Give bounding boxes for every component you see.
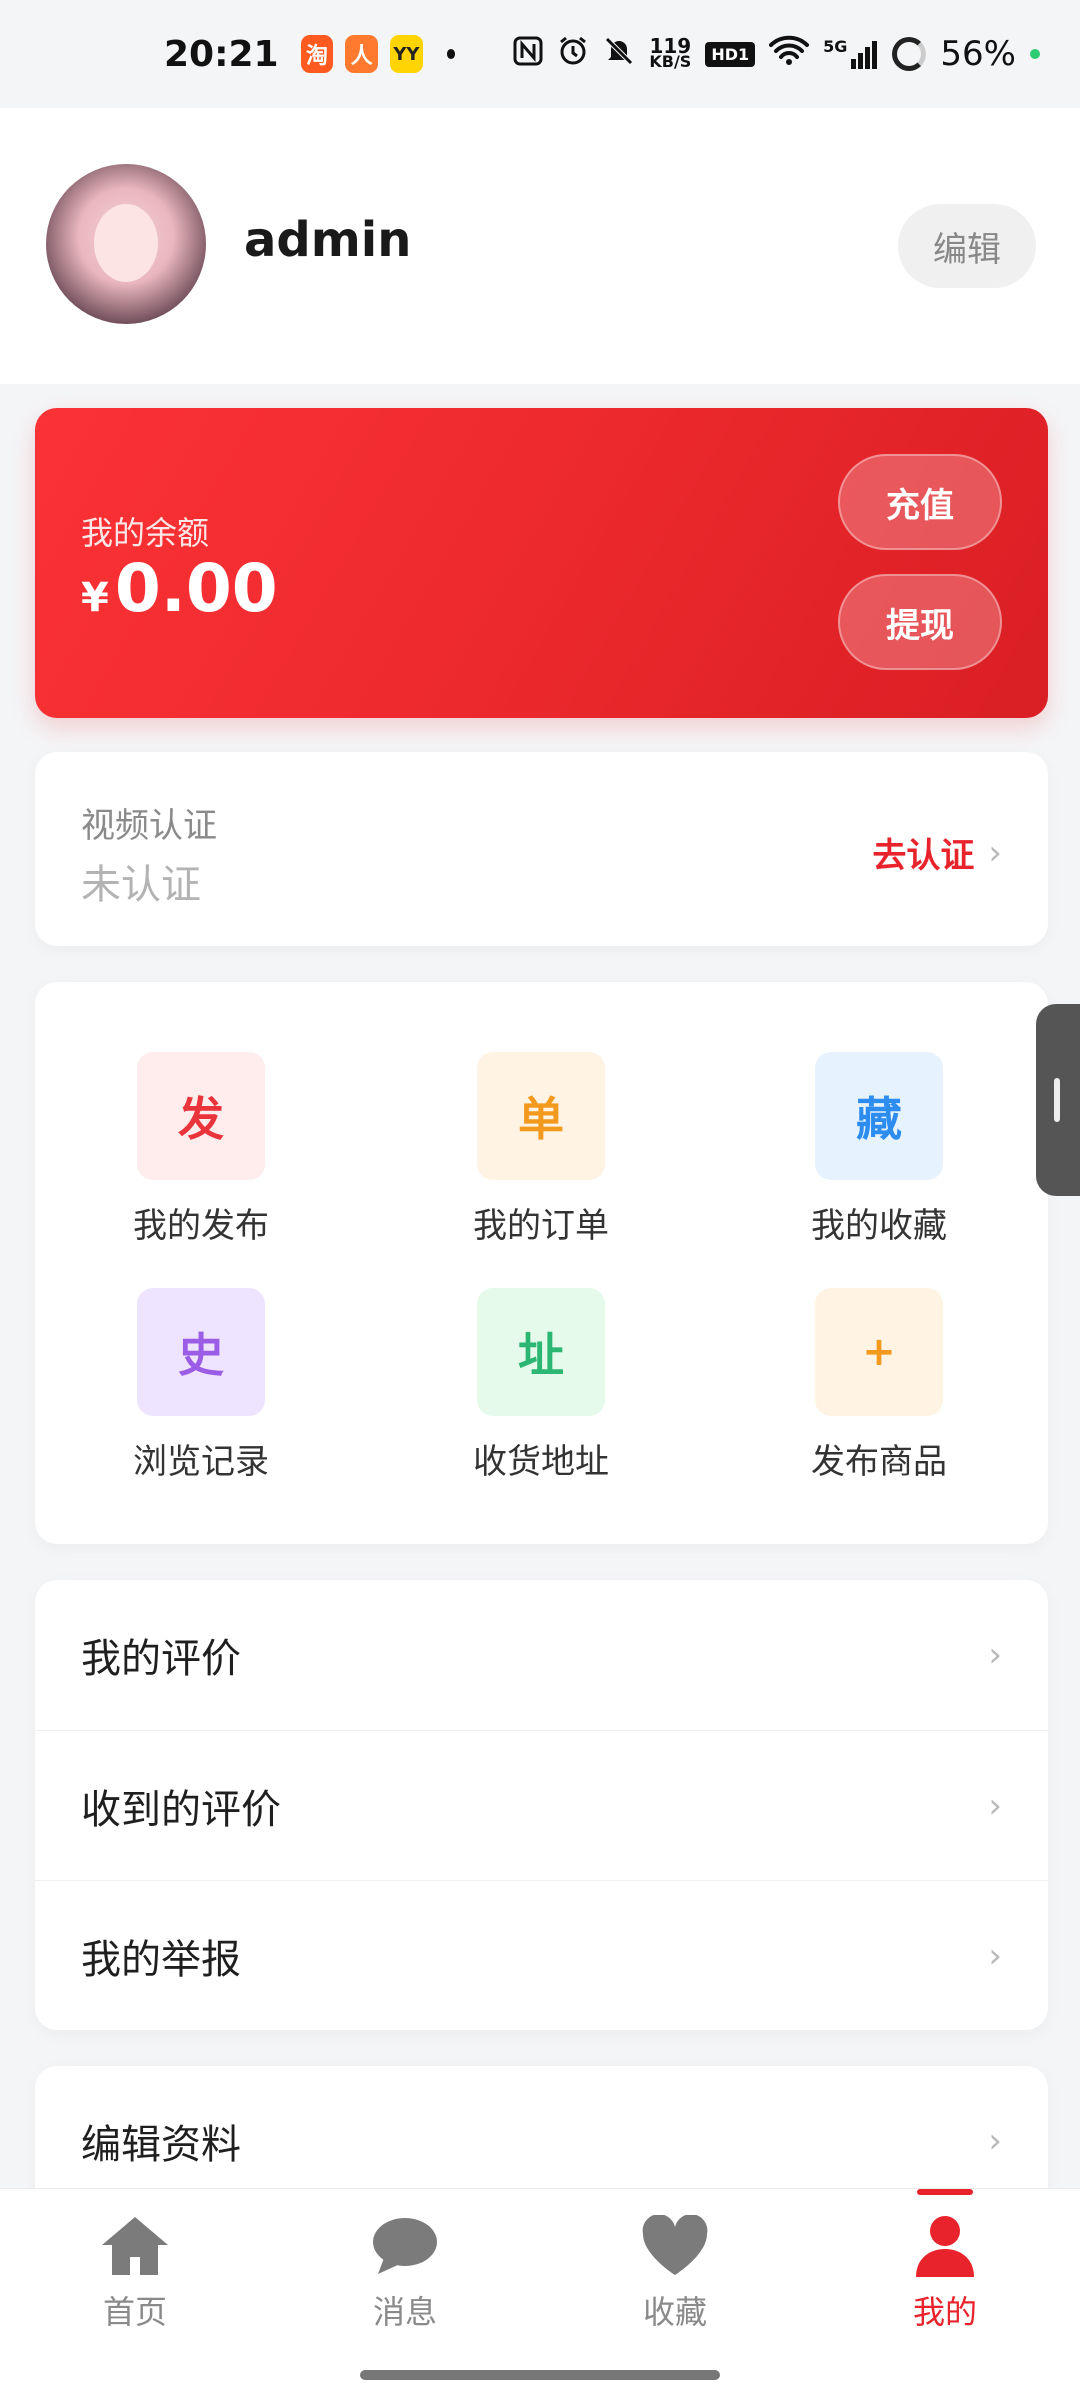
chat-bubble-icon (368, 2209, 442, 2283)
chevron-right-icon: › (988, 1635, 1002, 1675)
gesture-home-bar[interactable] (360, 2370, 720, 2380)
network-speed: 119 KB/S (649, 36, 692, 71)
grid-item-my-posts[interactable]: 发 我的发布 (81, 1052, 321, 1247)
taobao-app-icon: 淘 (300, 35, 334, 73)
profile-page: 20:21 淘 人 YY 119 KB/S HD1 5G 56% admin 编… (0, 0, 1080, 2400)
tab-label: 我的 (912, 2293, 977, 2331)
status-time: 20:21 (164, 33, 279, 75)
mute-icon (603, 35, 635, 73)
status-icons: 119 KB/S HD1 5G 56% (513, 34, 1040, 74)
hd-badge: HD1 (705, 41, 756, 67)
menu-item-label: 编辑资料 (81, 2122, 241, 2168)
yy-app-icon: YY (390, 35, 423, 73)
active-tab-indicator (917, 2189, 973, 2195)
grid-item-label: 浏览记录 (133, 1442, 269, 1482)
grid-item-my-favorites[interactable]: 藏 我的收藏 (759, 1052, 999, 1247)
menu-item-label: 我的举报 (81, 1936, 241, 1983)
menu-item-my-reviews[interactable]: 我的评价 › (35, 1580, 1048, 1730)
verification-status: 未认证 (81, 862, 201, 908)
network-type: 5G (823, 37, 848, 56)
status-bar: 20:21 淘 人 YY 119 KB/S HD1 5G 56% (0, 0, 1080, 108)
menu-item-label: 我的评价 (81, 1636, 241, 1682)
favorites-icon: 藏 (815, 1052, 943, 1180)
tab-label: 收藏 (642, 2293, 707, 2331)
menu-item-received-reviews[interactable]: 收到的评价 › (35, 1730, 1048, 1880)
history-icon: 史 (137, 1288, 265, 1416)
menu-list: 我的评价 › 收到的评价 › 我的举报 › (35, 1580, 1048, 2030)
tab-home[interactable]: 首页 (0, 2209, 270, 2333)
signal-icon: 5G (823, 39, 878, 69)
alarm-icon (557, 35, 589, 73)
bottom-tab-bar: 首页 消息 收藏 我的 (0, 2188, 1080, 2400)
grid-item-my-orders[interactable]: 单 我的订单 (421, 1052, 661, 1247)
tab-mine[interactable]: 我的 (810, 2189, 1080, 2333)
recharge-button[interactable]: 充值 (838, 454, 1002, 550)
address-icon: 址 (477, 1288, 605, 1416)
nfc-icon (513, 36, 543, 72)
grid-item-publish-product[interactable]: + 发布商品 (759, 1288, 999, 1483)
function-grid: 发 我的发布 单 我的订单 藏 我的收藏 史 浏览记录 址 收货地址 + 发布商… (35, 982, 1048, 1544)
verification-label: 视频认证 (81, 806, 217, 846)
tab-label: 首页 (102, 2293, 167, 2331)
balance-value: 0.00 (114, 550, 278, 627)
menu-item-label: 收到的评价 (81, 1786, 281, 1833)
speed-unit: KB/S (649, 52, 692, 71)
grid-item-label: 发布商品 (811, 1442, 947, 1482)
chevron-right-icon: › (988, 1935, 1002, 1976)
chevron-right-icon: › (988, 1785, 1002, 1826)
chevron-right-icon: › (988, 832, 1002, 873)
charging-dot-icon (1029, 49, 1040, 59)
plus-icon: + (815, 1288, 943, 1416)
chevron-right-icon: › (988, 2121, 1002, 2161)
battery-ring-icon (892, 37, 927, 71)
tab-label: 消息 (372, 2293, 437, 2331)
battery-percent: 56% (940, 34, 1016, 74)
tab-messages[interactable]: 消息 (270, 2209, 540, 2333)
avatar[interactable] (46, 164, 206, 324)
go-verify-link[interactable]: 去认证 › (872, 828, 1002, 877)
orders-icon: 单 (477, 1052, 605, 1180)
balance-card: 我的余额 ¥ 0.00 充值 提现 (35, 408, 1048, 718)
grid-item-browse-history[interactable]: 史 浏览记录 (81, 1288, 321, 1483)
go-verify-label: 去认证 (872, 836, 975, 876)
username: admin (244, 212, 412, 268)
alipay-app-icon: 人 (345, 35, 379, 73)
withdraw-button[interactable]: 提现 (838, 574, 1002, 670)
grid-item-label: 我的收藏 (811, 1206, 947, 1246)
grid-item-label: 我的发布 (133, 1206, 269, 1246)
currency-symbol: ¥ (81, 575, 109, 621)
wifi-icon (769, 35, 810, 73)
balance-amount: ¥ 0.00 (81, 550, 278, 627)
menu-item-my-reports[interactable]: 我的举报 › (35, 1880, 1048, 2030)
grid-item-label: 收货地址 (473, 1442, 609, 1482)
notification-dot-icon (446, 49, 456, 59)
tab-favorites[interactable]: 收藏 (540, 2209, 810, 2333)
video-verification-card[interactable]: 视频认证 未认证 去认证 › (35, 752, 1048, 946)
profile-header: admin 编辑 (0, 108, 1080, 384)
grid-item-label: 我的订单 (473, 1206, 609, 1246)
heart-icon (638, 2209, 712, 2283)
posts-icon: 发 (137, 1052, 265, 1180)
home-icon (98, 2209, 172, 2283)
balance-label: 我的余额 (81, 514, 210, 552)
grid-item-shipping-address[interactable]: 址 收货地址 (421, 1288, 661, 1483)
edit-profile-button[interactable]: 编辑 (898, 204, 1036, 288)
side-drawer-handle[interactable] (1036, 1004, 1080, 1196)
person-icon (908, 2209, 982, 2283)
